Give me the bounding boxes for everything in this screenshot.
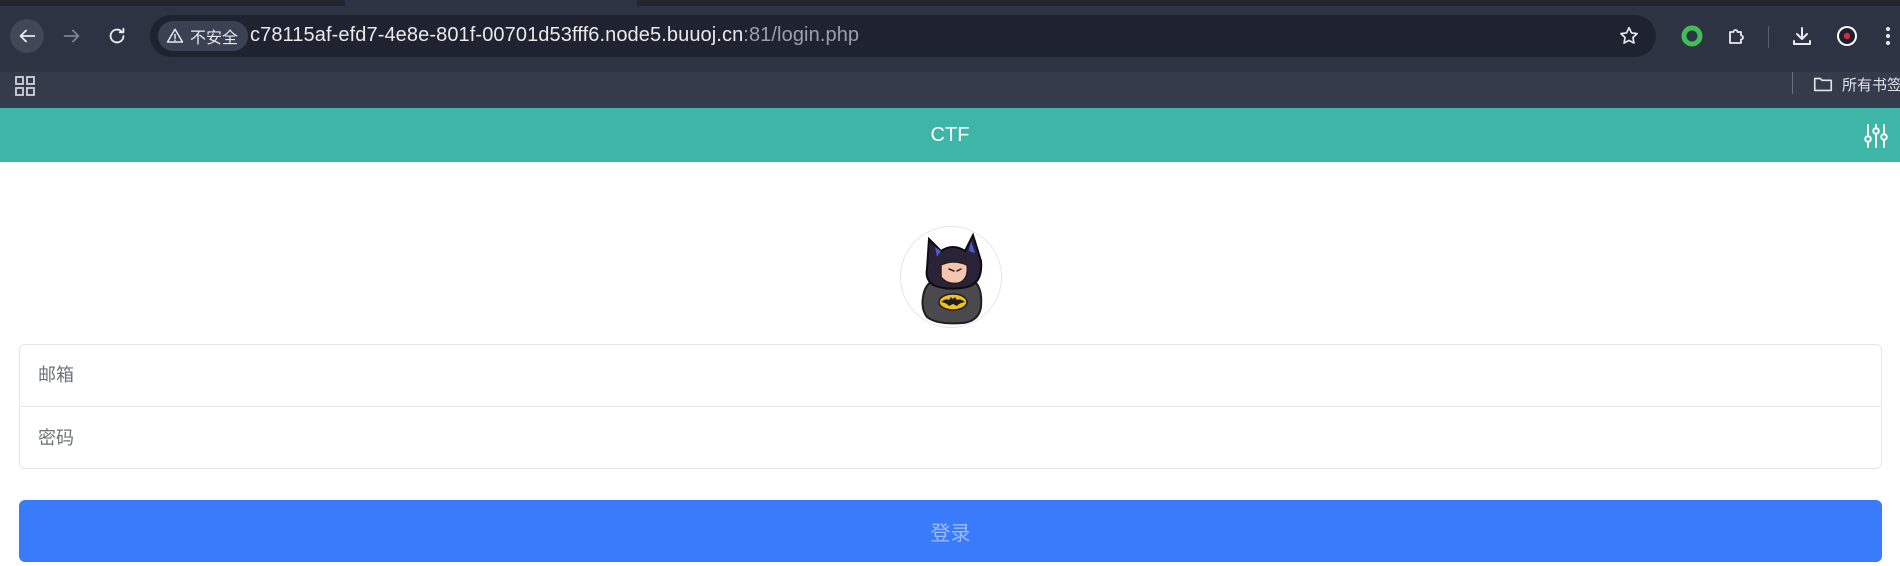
security-label: 不安全 [190, 28, 239, 47]
address-bar[interactable]: 不安全 c78115af-efd7-4e8e-801f-00701d53fff6… [150, 15, 1656, 57]
folder-icon [1813, 77, 1833, 92]
reload-icon [109, 27, 125, 44]
forward-button[interactable] [55, 19, 89, 53]
all-bookmarks-folder[interactable]: 所有书签 [1812, 72, 1900, 96]
back-button[interactable] [10, 19, 44, 53]
browser-toolbar: 不安全 c78115af-efd7-4e8e-801f-00701d53fff6… [0, 0, 1900, 72]
email-input[interactable] [20, 345, 1881, 407]
browser-menu-button[interactable] [1876, 21, 1900, 51]
arrow-left-icon [19, 29, 36, 43]
bookmark-folder-label: 所有书签 [1842, 75, 1900, 94]
bookmarks-bar: 所有书签 [0, 72, 1900, 108]
warning-triangle-icon [166, 28, 184, 43]
security-indicator[interactable]: 不安全 [158, 21, 249, 51]
login-form [19, 344, 1882, 469]
page-header: CTF [0, 108, 1900, 162]
profile-avatar-icon [1837, 26, 1857, 46]
sliders-icon[interactable] [1862, 122, 1890, 150]
reload-button[interactable] [100, 19, 134, 53]
downloads-button[interactable] [1787, 21, 1817, 51]
bookmark-star-button[interactable] [1616, 23, 1642, 49]
url-host: c78115af-efd7-4e8e-801f-00701d53fff6.nod… [250, 24, 744, 46]
extensions-button[interactable] [1722, 21, 1752, 51]
page-title: CTF [930, 123, 970, 146]
arrow-right-icon [63, 29, 80, 43]
user-avatar [900, 226, 1002, 328]
bookmarks-divider [1792, 72, 1793, 94]
star-icon [1620, 26, 1638, 44]
download-icon [1793, 27, 1811, 45]
profile-button[interactable] [1832, 21, 1862, 51]
url-text[interactable]: c78115af-efd7-4e8e-801f-00701d53fff6.nod… [250, 24, 859, 47]
green-ring-extension-icon [1681, 25, 1703, 47]
extension-button[interactable] [1677, 21, 1707, 51]
login-button[interactable]: 登录 [19, 500, 1882, 562]
puzzle-icon [1729, 29, 1744, 44]
password-input[interactable] [20, 407, 1881, 469]
toolbar-divider [1768, 26, 1769, 48]
kebab-menu-icon [1886, 27, 1890, 45]
url-path: :81/login.php [743, 24, 860, 46]
apps-grid-icon[interactable] [13, 74, 37, 98]
batman-avatar [901, 227, 1001, 327]
